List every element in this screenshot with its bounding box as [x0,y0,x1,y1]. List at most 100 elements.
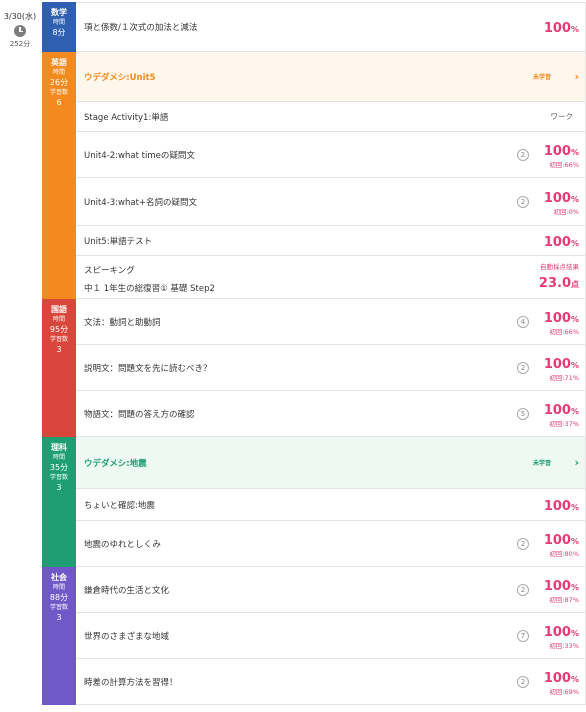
count-label: 学習数 [49,89,68,96]
lesson-score: 100% [543,234,579,250]
attempt-count-icon: 2 [517,583,529,596]
first-score: 初回:0% [553,207,579,216]
subject-japanese: 国語 時間 95分 学習数 3 文法：動詞と助動詞 4 100% 初回:66% 説… [42,299,586,437]
work-status: ワーク [550,112,574,121]
time-value: 95分 [49,325,69,334]
clock-icon [14,25,26,37]
subject-name: 英語 [51,58,67,67]
time-value: 35分 [49,463,69,472]
lesson-row[interactable]: 説明文：問題文を先に読むべき？ 2 100% 初回:71% [76,345,585,391]
lesson-title: 鎌倉時代の生活と文化 [84,585,170,596]
subject-english: 英語 時間 26分 学習数 6 ウデダメシ:Unit5 未学習 › Stage … [42,52,586,299]
lesson-row[interactable]: Unit4-2:what timeの疑問文 2 100% 初回:66% [76,132,585,178]
lesson-list: ウデダメシ:地震 未学習 › ちょいと確認:地震 100% 地震のゆれとしくみ … [76,437,586,567]
promo-row[interactable]: ウデダメシ:Unit5 未学習 › [76,52,585,102]
subject-stripe-math: 数学 時間 8分 [42,2,76,52]
lesson-title: スピーキング 中１ 1年生の総復習① 基礎 Step2 [84,266,215,294]
subject-stripe-english: 英語 時間 26分 学習数 6 [42,52,76,299]
untried-tag: 未学習 [532,460,551,467]
lesson-row[interactable]: 物語文：問題の答え方の確認 5 100% 初回:37% [76,391,585,437]
time-label: 時間 [52,584,65,591]
count-value: 3 [56,613,62,622]
time-value: 88分 [49,593,69,602]
lesson-title: Unit4-2:what timeの疑問文 [84,150,195,161]
chevron-right-icon: › [574,70,579,83]
subject-name: 国語 [51,305,67,314]
lesson-row[interactable]: 項と係数/１次式の加法と減法 100% [76,2,585,52]
count-value: 3 [56,345,62,354]
subject-name: 理科 [51,443,67,452]
lesson-title: ちょいと確認:地震 [84,500,155,511]
count-value: 6 [56,98,62,107]
first-score: 初回:71% [549,373,579,382]
count-value: 3 [56,483,62,492]
time-value: 26分 [49,78,69,87]
lesson-row[interactable]: 地震のゆれとしくみ 2 100% 初回:80% [76,521,585,567]
lesson-title: Unit4-3:what+名詞の疑問文 [84,197,198,208]
subject-social: 社会 時間 88分 学習数 3 鎌倉時代の生活と文化 2 100% 初回:87% … [42,567,586,705]
subject-name: 社会 [51,573,67,582]
promo-row[interactable]: ウデダメシ:地震 未学習 › [76,437,585,489]
lesson-row[interactable]: スピーキング 中１ 1年生の総復習① 基礎 Step2 自動採点結果 23.0点 [76,256,585,299]
lesson-score: 100% 初回:66% [543,310,579,336]
lesson-score: 100% [543,498,579,514]
subject-stripe-science: 理科 時間 35分 学習数 3 [42,437,76,567]
auto-grade-label: 自動採点結果 [540,263,579,271]
subject-stripe-social: 社会 時間 88分 学習数 3 [42,567,76,705]
first-score: 初回:80% [549,549,579,558]
attempt-count-icon: 7 [517,629,529,642]
lesson-title: 説明文：問題文を先に読むべき？ [84,363,212,374]
time-label: 時間 [52,454,65,461]
lesson-score: 100% 初回:37% [543,402,579,428]
lesson-list: 鎌倉時代の生活と文化 2 100% 初回:87% 世界のさまざまな地域 7 100… [76,567,586,705]
lesson-row[interactable]: Unit4-3:what+名詞の疑問文 2 100% 初回:0% [76,178,585,226]
lesson-score: 100% [543,21,579,36]
first-score: 初回:33% [549,641,579,650]
attempt-count-icon: 2 [517,675,529,688]
lesson-title: 世界のさまざまな地域 [84,631,170,642]
lesson-score: 100% 初回:66% [543,143,579,169]
untried-tag: 未学習 [532,74,551,81]
lesson-title: 項と係数/１次式の加法と減法 [84,23,198,33]
first-score: 初回:66% [549,327,579,336]
attempt-count-icon: 2 [517,537,529,550]
lesson-title: Stage Activity1:単語 [84,112,169,123]
lesson-row[interactable]: Stage Activity1:単語 ワーク [76,102,585,132]
count-label: 学習数 [49,474,68,481]
lesson-list: 文法：動詞と助動詞 4 100% 初回:66% 説明文：問題文を先に読むべき？ 2… [76,299,586,437]
promo-title: ウデダメシ:Unit5 [84,72,156,83]
lesson-row[interactable]: ちょいと確認:地震 100% [76,489,585,521]
attempt-count-icon: 2 [517,195,529,208]
chevron-right-icon: › [574,456,579,469]
first-score: 初回:37% [549,419,579,428]
lesson-title: 時差の計算方法を習得！ [84,677,178,688]
first-score: 初回:66% [549,160,579,169]
time-label: 時間 [52,69,65,76]
subject-stripe-japanese: 国語 時間 95分 学習数 3 [42,299,76,437]
time-label: 時間 [52,19,65,26]
lesson-score: 自動採点結果 23.0点 [538,263,579,291]
promo-title: ウデダメシ:地震 [84,458,147,469]
lesson-row[interactable]: 世界のさまざまな地域 7 100% 初回:33% [76,613,585,659]
count-label: 学習数 [49,604,68,611]
lesson-row[interactable]: 時差の計算方法を習得！ 2 100% 初回:69% [76,659,585,705]
subject-name: 数学 [51,8,67,17]
lesson-row[interactable]: 文法：動詞と助動詞 4 100% 初回:66% [76,299,585,345]
lesson-title: 文法：動詞と助動詞 [84,317,161,328]
lesson-row[interactable]: 鎌倉時代の生活と文化 2 100% 初回:87% [76,567,585,613]
lesson-score: 100% 初回:0% [543,190,579,216]
first-score: 初回:87% [549,595,579,604]
first-score: 初回:69% [549,687,579,696]
subject-science: 理科 時間 35分 学習数 3 ウデダメシ:地震 未学習 › ちょいと確認:地震… [42,437,586,567]
attempt-count-icon: 5 [517,407,529,420]
subject-math: 数学 時間 8分 項と係数/１次式の加法と減法 100% [42,2,586,52]
attempt-count-icon: 2 [517,361,529,374]
lesson-score: 100% 初回:69% [543,670,579,696]
lesson-score: 100% 初回:33% [543,624,579,650]
lesson-row[interactable]: Unit5:単語テスト 100% [76,226,585,256]
study-date: 3/30(水) [3,12,37,21]
lesson-score: 100% 初回:71% [543,356,579,382]
lesson-list: ウデダメシ:Unit5 未学習 › Stage Activity1:単語 ワーク… [76,52,586,299]
count-label: 学習数 [49,336,68,343]
lesson-list: 項と係数/１次式の加法と減法 100% [76,2,586,52]
